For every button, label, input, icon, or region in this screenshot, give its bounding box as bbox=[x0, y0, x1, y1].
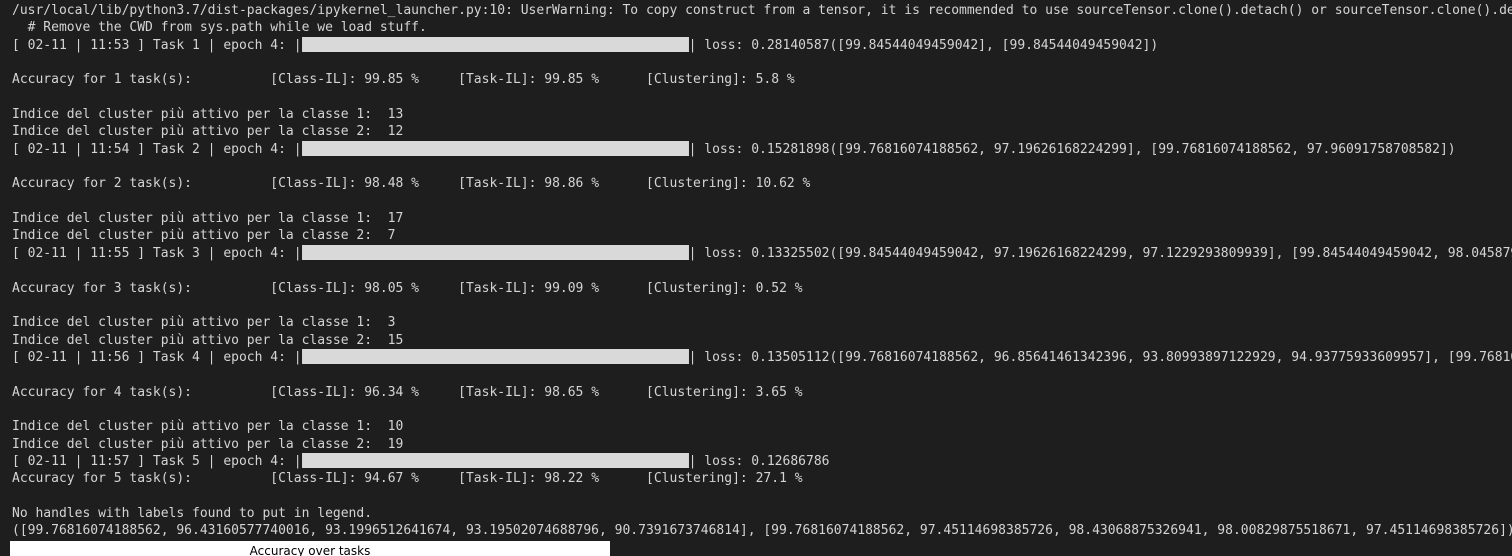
progress-bar bbox=[301, 452, 689, 468]
progress-suffix: | loss: 0.13325502([99.84544049459042, 9… bbox=[688, 245, 1512, 261]
clustering-value: [Clustering]: 5.8 % bbox=[646, 72, 795, 88]
accuracy-line: Accuracy for 2 task(s): [Class-IL]: 98.4… bbox=[12, 175, 1512, 192]
final-output-line: ([99.76816074188562, 96.43160577740016, … bbox=[12, 523, 1512, 539]
task-il-value: [Task-IL]: 98.86 % bbox=[458, 176, 600, 192]
cluster-line-class-1: Indice del cluster più attivo per la cla… bbox=[12, 419, 404, 435]
cluster-line-class-2: Indice del cluster più attivo per la cla… bbox=[12, 332, 404, 348]
progress-prefix: [ 02-11 | 11:55 ] Task 3 | epoch 4: | bbox=[12, 245, 302, 261]
accuracy-label: Accuracy for 5 task(s): bbox=[12, 471, 193, 487]
progress-suffix: | loss: 0.15281898([99.76816074188562, 9… bbox=[688, 141, 1456, 157]
progress-suffix: | loss: 0.12686786 bbox=[688, 453, 830, 469]
cluster-line-class-2: Indice del cluster più attivo per la cla… bbox=[12, 228, 396, 244]
clustering-value: [Clustering]: 3.65 % bbox=[646, 384, 803, 400]
chart-title: Accuracy over tasks bbox=[249, 544, 371, 556]
task-il-value: [Task-IL]: 98.65 % bbox=[458, 384, 600, 400]
progress-prefix: [ 02-11 | 11:53 ] Task 1 | epoch 4: | bbox=[12, 37, 302, 53]
accuracy-label: Accuracy for 3 task(s): bbox=[12, 280, 193, 296]
cluster-line-class-1: Indice del cluster più attivo per la cla… bbox=[12, 315, 396, 331]
progress-suffix: | loss: 0.13505112([99.76816074188562, 9… bbox=[688, 349, 1512, 365]
accuracy-line: Accuracy for 3 task(s): [Class-IL]: 98.0… bbox=[12, 280, 1512, 297]
cluster-line-class-1: Indice del cluster più attivo per la cla… bbox=[12, 107, 404, 123]
accuracy-label: Accuracy for 4 task(s): bbox=[12, 384, 193, 400]
progress-line: [ 02-11 | 11:56 ] Task 4 | epoch 4: | | l… bbox=[12, 348, 1512, 366]
accuracy-line: Accuracy for 4 task(s): [Class-IL]: 96.3… bbox=[12, 384, 1512, 401]
progress-prefix: [ 02-11 | 11:57 ] Task 5 | epoch 4: | bbox=[12, 453, 302, 469]
legend-warning-line: No handles with labels found to put in l… bbox=[12, 505, 373, 521]
accuracy-line: Accuracy for 1 task(s): [Class-IL]: 99.8… bbox=[12, 71, 1512, 88]
task-il-value: [Task-IL]: 99.09 % bbox=[458, 280, 600, 296]
progress-prefix: [ 02-11 | 11:54 ] Task 2 | epoch 4: | bbox=[12, 141, 302, 157]
progress-bar bbox=[301, 348, 689, 364]
progress-line: [ 02-11 | 11:55 ] Task 3 | epoch 4: | | l… bbox=[12, 244, 1512, 262]
cell-output: /usr/local/lib/python3.7/dist-packages/i… bbox=[12, 2, 1512, 540]
warning-detail-line: # Remove the CWD from sys.path while we … bbox=[12, 20, 427, 36]
clustering-value: [Clustering]: 10.62 % bbox=[646, 176, 811, 192]
progress-bar bbox=[301, 140, 689, 156]
progress-bar bbox=[301, 244, 689, 260]
progress-line: [ 02-11 | 11:57 ] Task 5 | epoch 4: | | l… bbox=[12, 452, 1512, 470]
class-il-value: [Class-IL]: 94.67 % bbox=[270, 471, 420, 487]
progress-line: [ 02-11 | 11:53 ] Task 1 | epoch 4: | | l… bbox=[12, 36, 1512, 54]
cluster-line-class-1: Indice del cluster più attivo per la cla… bbox=[12, 211, 404, 227]
progress-line: [ 02-11 | 11:54 ] Task 2 | epoch 4: | | l… bbox=[12, 140, 1512, 158]
accuracy-label: Accuracy for 1 task(s): bbox=[12, 72, 193, 88]
class-il-value: [Class-IL]: 99.85 % bbox=[270, 72, 420, 88]
class-il-value: [Class-IL]: 98.05 % bbox=[270, 280, 420, 296]
accuracy-line: Accuracy for 5 task(s): [Class-IL]: 94.6… bbox=[12, 470, 1512, 487]
cluster-line-class-2: Indice del cluster più attivo per la cla… bbox=[12, 124, 404, 140]
progress-bar bbox=[301, 36, 689, 52]
task-il-value: [Task-IL]: 99.85 % bbox=[458, 72, 600, 88]
progress-suffix: | loss: 0.28140587([99.84544049459042], … bbox=[688, 37, 1159, 53]
progress-prefix: [ 02-11 | 11:56 ] Task 4 | epoch 4: | bbox=[12, 349, 302, 365]
class-il-value: [Class-IL]: 98.48 % bbox=[270, 176, 420, 192]
accuracy-label: Accuracy for 2 task(s): bbox=[12, 176, 193, 192]
warning-line: /usr/local/lib/python3.7/dist-packages/i… bbox=[12, 3, 1512, 18]
task-il-value: [Task-IL]: 98.22 % bbox=[458, 471, 600, 487]
class-il-value: [Class-IL]: 96.34 % bbox=[270, 384, 420, 400]
cluster-line-class-2: Indice del cluster più attivo per la cla… bbox=[12, 436, 404, 452]
clustering-value: [Clustering]: 27.1 % bbox=[646, 471, 803, 487]
clustering-value: [Clustering]: 0.52 % bbox=[646, 280, 803, 296]
chart-figure: Accuracy over tasks bbox=[10, 541, 610, 556]
